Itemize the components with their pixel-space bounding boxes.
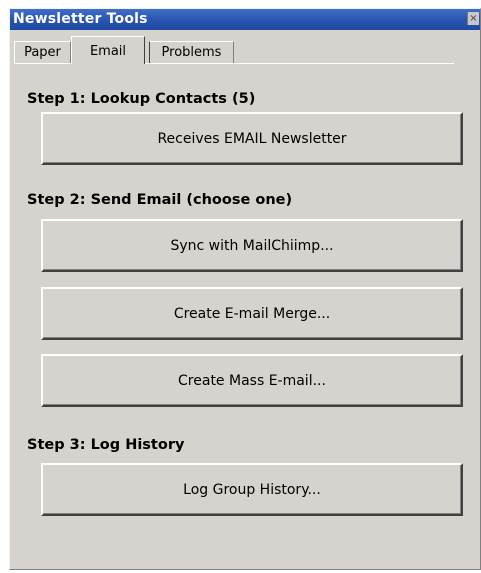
newsletter-tools-window: Newsletter Tools × Paper Email Problems … xyxy=(9,8,481,570)
step3-heading: Step 3: Log History xyxy=(27,437,185,453)
create-mass-email-button[interactable]: Create Mass E-mail... xyxy=(41,354,463,407)
sync-with-mailchimp-button[interactable]: Sync with MailChiimp... xyxy=(41,219,463,272)
step1-heading: Step 1: Lookup Contacts (5) xyxy=(27,91,256,107)
tab-bar: Paper Email Problems xyxy=(14,32,474,68)
tab-paper[interactable]: Paper xyxy=(14,41,71,64)
create-email-merge-button[interactable]: Create E-mail Merge... xyxy=(41,287,463,340)
tab-email[interactable]: Email xyxy=(71,36,145,64)
step2-heading: Step 2: Send Email (choose one) xyxy=(27,192,293,208)
window-title: Newsletter Tools xyxy=(13,11,148,27)
tab-problems[interactable]: Problems xyxy=(149,41,234,64)
close-icon[interactable]: × xyxy=(467,12,479,25)
title-bar[interactable]: Newsletter Tools × xyxy=(10,9,480,30)
receives-email-newsletter-button[interactable]: Receives EMAIL Newsletter xyxy=(41,112,463,165)
log-group-history-button[interactable]: Log Group History... xyxy=(41,463,463,516)
